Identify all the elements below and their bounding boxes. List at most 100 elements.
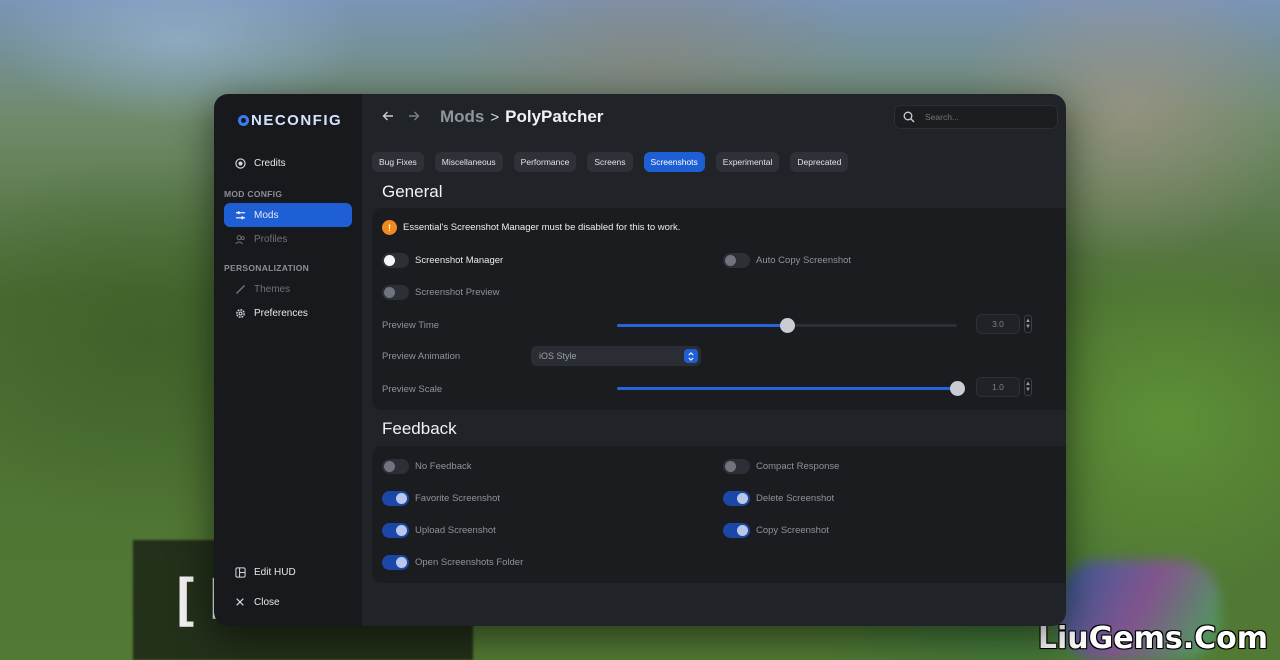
setting-label: Auto Copy Screenshot [756, 255, 852, 266]
page-title: PolyPatcher [505, 107, 604, 126]
sidebar-item-label: Edit HUD [254, 566, 296, 578]
logo-icon [238, 115, 249, 126]
setting-compact-response: Compact Response [723, 459, 839, 474]
copy-screenshot-toggle[interactable] [723, 523, 750, 538]
upload-screenshot-toggle[interactable] [382, 523, 409, 538]
topbar: Mods > PolyPatcher [362, 94, 1066, 140]
preview-scale-slider[interactable] [617, 381, 965, 396]
sidebar-item-themes[interactable]: Themes [224, 277, 352, 301]
preview-animation-dropdown[interactable]: iOS Style [531, 346, 701, 366]
slider-thumb[interactable] [780, 318, 795, 333]
watermark: LiuGems.Com [1037, 621, 1268, 656]
preview-time-value[interactable]: 3.0 [976, 314, 1020, 334]
setting-label: Screenshot Manager [415, 255, 504, 266]
setting-delete-screenshot: Delete Screenshot [723, 491, 834, 506]
sidebar-item-label: Profiles [254, 233, 288, 245]
sidebar-item-credits[interactable]: Credits [224, 151, 352, 175]
back-button[interactable] [382, 109, 408, 125]
preview-time-label: Preview Time [382, 320, 440, 331]
sidebar: NECONFIG Credits MOD CONFIG Mods Profile… [214, 94, 362, 626]
sidebar-item-edit-hud[interactable]: Edit HUD [224, 560, 352, 584]
preview-scale-stepper[interactable]: ▲ ▼ [1024, 378, 1032, 396]
favorite-screenshot-toggle[interactable] [382, 491, 409, 506]
slider-thumb[interactable] [950, 381, 965, 396]
setting-favorite-screenshot: Favorite Screenshot [382, 491, 500, 506]
sidebar-item-label: Credits [254, 157, 286, 169]
tab-screens[interactable]: Screens [587, 152, 633, 172]
setting-label: Screenshot Preview [415, 287, 500, 298]
setting-label: Delete Screenshot [756, 493, 835, 504]
tab-performance[interactable]: Performance [513, 152, 577, 172]
screenshot-preview-toggle[interactable] [382, 285, 409, 300]
sidebar-item-label: Mods [254, 209, 279, 221]
sidebar-item-profiles[interactable]: Profiles [224, 227, 352, 251]
setting-label: No Feedback [415, 461, 472, 472]
preview-time-slider[interactable] [617, 318, 957, 333]
preview-scale-value[interactable]: 1.0 [976, 377, 1020, 397]
compact-response-toggle[interactable] [723, 459, 750, 474]
screenshot-manager-toggle[interactable] [382, 253, 409, 268]
credits-icon [234, 157, 246, 169]
arrow-right-icon [409, 111, 420, 121]
tab-screenshots[interactable]: Screenshots [643, 152, 705, 172]
sidebar-item-label: Preferences [254, 307, 308, 319]
setting-open-screenshots-folder: Open Screenshots Folder [382, 555, 523, 570]
gear-icon [234, 307, 246, 319]
setting-copy-screenshot: Copy Screenshot [723, 523, 829, 538]
sidebar-item-label: Close [254, 596, 280, 608]
setting-label: Open Screenshots Folder [415, 557, 524, 568]
sidebar-item-label: Themes [254, 283, 291, 295]
feedback-card: No Feedback Compact Response Favorite Sc… [372, 446, 1066, 583]
tab-bug-fixes[interactable]: Bug Fixes [372, 152, 424, 172]
warning-icon: ! [382, 220, 397, 235]
dropdown-value: iOS Style [539, 351, 577, 361]
tab-deprecated[interactable]: Deprecated [790, 152, 849, 172]
layout-icon [234, 566, 246, 578]
warning-banner: ! Essential's Screenshot Manager must be… [382, 220, 680, 235]
oneconfig-window: NECONFIG Credits MOD CONFIG Mods Profile… [214, 94, 1066, 626]
setting-upload-screenshot: Upload Screenshot [382, 523, 496, 538]
preview-time-stepper[interactable]: ▲ ▼ [1024, 315, 1032, 333]
no-feedback-toggle[interactable] [382, 459, 409, 474]
section-title-feedback: Feedback [382, 419, 457, 438]
chevron-down-icon: ▼ [1025, 324, 1031, 330]
breadcrumb-parent[interactable]: Mods [440, 107, 484, 127]
sliders-icon [234, 209, 246, 221]
open-folder-toggle[interactable] [382, 555, 409, 570]
sidebar-section-mod-config: MOD CONFIG [224, 189, 283, 199]
setting-no-feedback: No Feedback [382, 459, 472, 474]
chevron-down-icon: ▼ [1025, 387, 1031, 393]
delete-screenshot-toggle[interactable] [723, 491, 750, 506]
sidebar-item-preferences[interactable]: Preferences [224, 301, 352, 325]
close-icon [234, 596, 246, 608]
sidebar-item-mods[interactable]: Mods [224, 203, 352, 227]
setting-screenshot-preview: Screenshot Preview [382, 285, 499, 300]
arrow-left-icon [382, 111, 393, 121]
logo: NECONFIG [238, 112, 362, 129]
setting-label: Favorite Screenshot [415, 493, 501, 504]
chevron-updown-icon [684, 349, 698, 363]
setting-auto-copy-screenshot: Auto Copy Screenshot [723, 253, 851, 268]
setting-label: Upload Screenshot [415, 525, 496, 536]
auto-copy-toggle[interactable] [723, 253, 750, 268]
section-title-general: General [382, 182, 443, 201]
search-input[interactable] [923, 111, 1047, 123]
preview-scale-label: Preview Scale [382, 384, 443, 395]
brush-icon [234, 283, 246, 295]
breadcrumb-separator-icon: > [490, 108, 500, 126]
tab-miscellaneous[interactable]: Miscellaneous [434, 152, 503, 172]
sidebar-section-personalization: PERSONALIZATION [224, 263, 310, 273]
setting-label: Compact Response [756, 461, 840, 472]
sidebar-bottom: Edit HUD Close [214, 560, 362, 614]
preview-animation-label: Preview Animation [382, 351, 461, 362]
forward-button[interactable] [408, 109, 434, 125]
slider-fill [617, 387, 957, 390]
general-card: ! Essential's Screenshot Manager must be… [372, 208, 1066, 410]
users-icon [234, 233, 246, 245]
slider-fill [617, 324, 787, 327]
tab-experimental[interactable]: Experimental [715, 152, 780, 172]
search-icon [903, 111, 915, 123]
search-box[interactable] [894, 105, 1058, 129]
sidebar-item-close[interactable]: Close [224, 590, 352, 614]
setting-label: Copy Screenshot [756, 525, 829, 536]
